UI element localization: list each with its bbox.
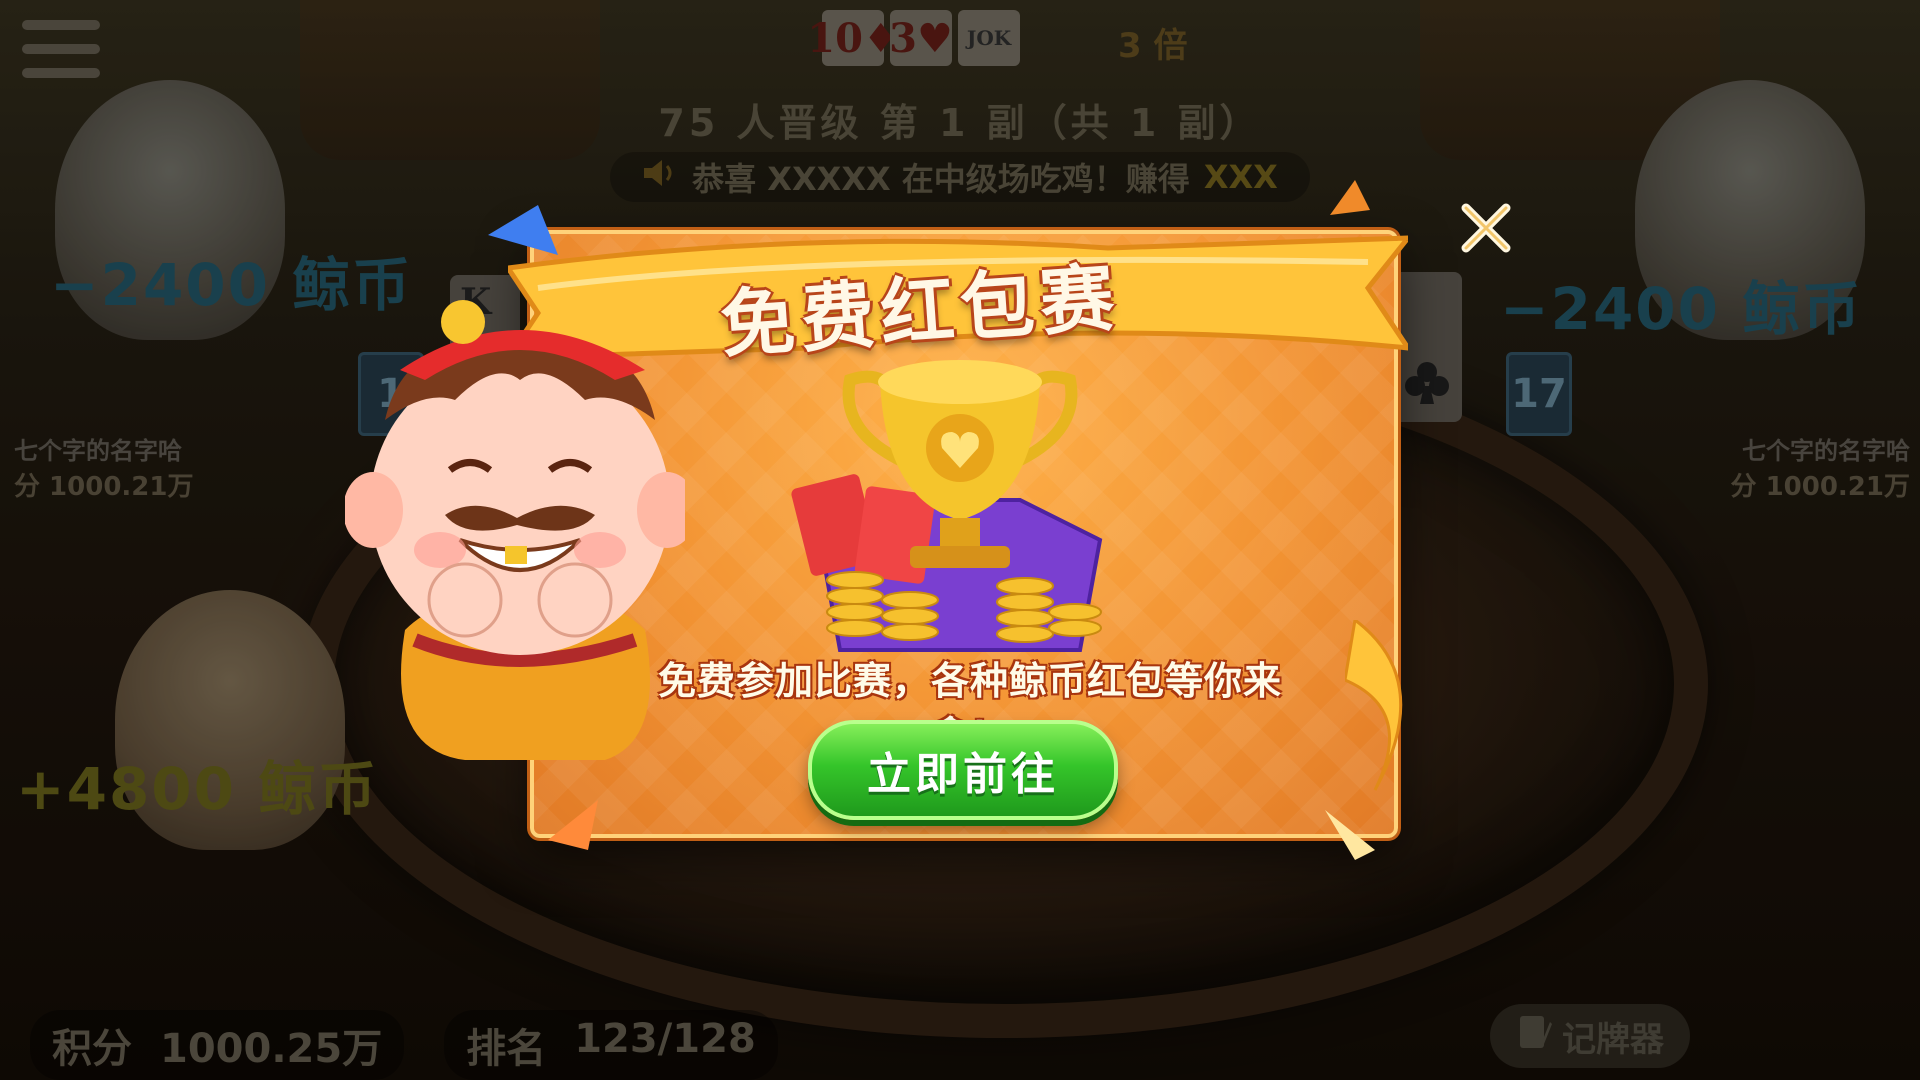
- close-icon[interactable]: [1456, 198, 1516, 258]
- trophy-illustration: [791, 360, 1103, 652]
- confetti-decor: [488, 205, 558, 255]
- confetti-decor: [1330, 180, 1370, 215]
- confetti-decor: [548, 800, 598, 850]
- go-now-button[interactable]: 立即前往: [808, 720, 1118, 820]
- ribbon-curl-decor: [1345, 620, 1403, 791]
- confetti-decor: [1325, 810, 1375, 860]
